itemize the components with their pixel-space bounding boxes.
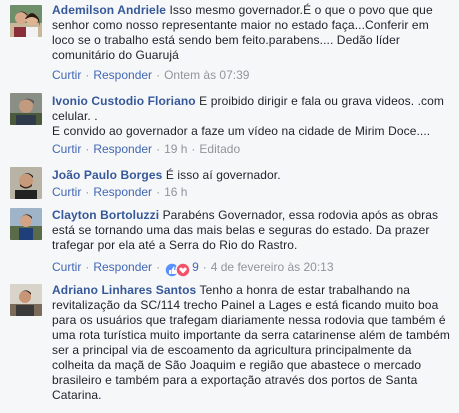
comment-author[interactable]: Ivonio Custodio Floriano	[52, 94, 196, 108]
comment-body: João Paulo Borges É isso aí governador.	[52, 168, 454, 183]
like-button[interactable]: Curtir	[52, 68, 81, 82]
reply-button[interactable]: Responder	[93, 185, 152, 199]
comment-actions: Curtir · Responder · 19 h · Editado	[52, 141, 240, 157]
like-button[interactable]: Curtir	[52, 260, 81, 274]
comment-actions: Curtir · Responder · 16 h	[52, 184, 187, 200]
reply-button[interactable]: Responder	[93, 68, 152, 82]
separator: ·	[85, 185, 90, 199]
like-button[interactable]: Curtir	[52, 142, 81, 156]
comment-body: Ademilson Andriele Isso mesmo governador…	[52, 3, 454, 63]
comment-author[interactable]: João Paulo Borges	[52, 168, 162, 182]
reaction-count[interactable]: 9	[192, 260, 199, 274]
separator: ·	[156, 185, 161, 199]
separator: ·	[156, 68, 161, 82]
separator: ·	[191, 142, 196, 156]
comment-body: Clayton Bortoluzzi Parabéns Governador, …	[52, 208, 454, 253]
separator: ·	[85, 68, 90, 82]
separator: ·	[85, 260, 90, 274]
comment-author[interactable]: Adriano Linhares Santos	[52, 283, 196, 297]
comment-actions: Curtir · Responder · Ontem às 07:39	[52, 67, 249, 83]
avatar[interactable]	[10, 208, 42, 240]
comment-text-line2: E convido ao governador a faze um vídeo …	[52, 124, 431, 138]
comment-text: É isso aí governador.	[165, 168, 281, 182]
avatar[interactable]	[10, 284, 42, 316]
comment-body: Ivonio Custodio Floriano E proibido diri…	[52, 94, 454, 139]
avatar[interactable]	[10, 93, 42, 125]
comment-body: Adriano Linhares Santos Tenho a honra de…	[52, 283, 454, 403]
comment-text: Tenho a honra de estar trabalhando na re…	[52, 283, 450, 402]
separator: ·	[85, 142, 90, 156]
comment-actions: Curtir · Responder · 9 · 4 de fevereiro às 20…	[52, 259, 334, 278]
edited-label[interactable]: Editado	[199, 142, 240, 156]
separator: ·	[202, 260, 207, 274]
avatar[interactable]	[10, 167, 42, 199]
comment-author[interactable]: Ademilson Andriele	[52, 3, 166, 17]
comment-timestamp[interactable]: 19 h	[164, 142, 187, 156]
comment-timestamp[interactable]: Ontem às 07:39	[164, 68, 249, 82]
comment-author[interactable]: Clayton Bortoluzzi	[52, 208, 159, 222]
reply-button[interactable]: Responder	[93, 142, 152, 156]
like-button[interactable]: Curtir	[52, 185, 81, 199]
separator: ·	[156, 142, 161, 156]
separator: ·	[156, 260, 161, 274]
comment-timestamp[interactable]: 16 h	[164, 185, 187, 199]
reply-button[interactable]: Responder	[93, 260, 152, 274]
reaction-icons	[164, 262, 191, 278]
avatar[interactable]	[10, 5, 42, 37]
comment-timestamp[interactable]: 4 de fevereiro às 20:13	[211, 260, 334, 274]
reactions-summary[interactable]	[164, 262, 192, 278]
